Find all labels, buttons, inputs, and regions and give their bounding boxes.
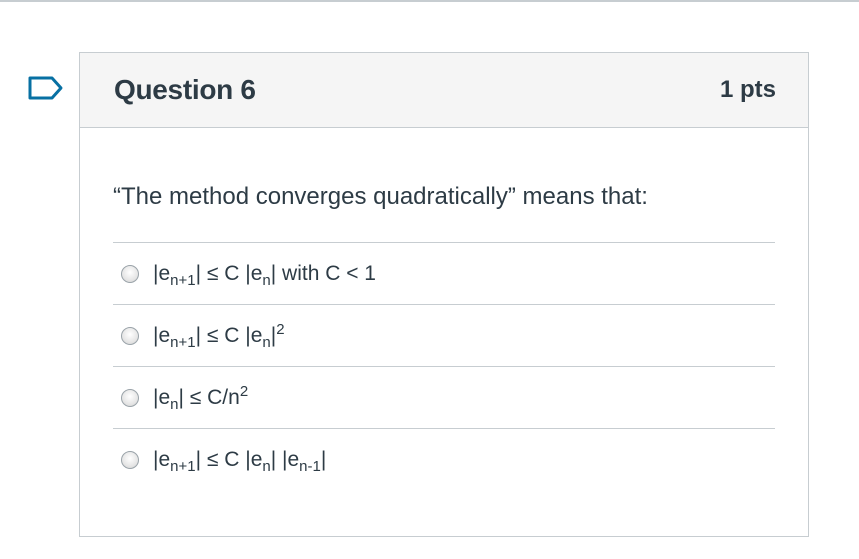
answer-label[interactable]: |en+1| ≤ C |en| |en-1| <box>153 448 327 475</box>
subscript: n+1 <box>170 333 196 351</box>
answer-option[interactable]: |en+1| ≤ C |en| with C < 1 <box>113 243 775 305</box>
question-header: Question 6 1 pts <box>80 53 808 128</box>
answer-text-segment: | ≤ C |e <box>195 323 263 347</box>
superscript: 2 <box>239 382 249 400</box>
answer-option[interactable]: |en+1| ≤ C |en|2 <box>113 305 775 367</box>
subscript: n+1 <box>170 458 196 475</box>
answer-text-segment: | <box>320 448 327 471</box>
top-divider <box>0 0 859 2</box>
radio-button[interactable] <box>121 326 139 345</box>
answer-text-segment: |e <box>153 385 171 409</box>
answer-label[interactable]: |en+1| ≤ C |en|2 <box>153 320 285 351</box>
question-card: Question 6 1 pts “The method converges q… <box>79 52 809 537</box>
answer-text-segment: |e <box>153 261 171 285</box>
subscript: n <box>262 458 271 475</box>
subscript: n <box>262 333 271 351</box>
answer-list: |en+1| ≤ C |en| with C < 1 |en+1| ≤ C |e… <box>113 242 775 491</box>
radio-button[interactable] <box>121 388 139 407</box>
answer-text-segment: | ≤ C/n <box>178 385 240 409</box>
bookmark-flag-icon[interactable] <box>28 76 64 100</box>
radio-button[interactable] <box>121 451 139 469</box>
question-title: Question 6 <box>114 74 256 105</box>
subscript: n-1 <box>299 458 321 475</box>
answer-option[interactable]: |en| ≤ C/n2 <box>113 367 775 429</box>
question-body: “The method converges quadratically” mea… <box>80 182 808 491</box>
subscript: n+1 <box>170 271 196 289</box>
question-points: 1 pts <box>719 76 776 103</box>
superscript: 2 <box>276 320 285 338</box>
answer-text-segment: |e <box>153 448 171 471</box>
answer-label[interactable]: |en+1| ≤ C |en| with C < 1 <box>153 261 376 289</box>
answer-text-segment: |e <box>153 323 171 347</box>
question-text: “The method converges quadratically” mea… <box>113 183 648 210</box>
subscript: n <box>262 271 271 289</box>
quiz-page: Question 6 1 pts “The method converges q… <box>0 0 859 559</box>
answer-label[interactable]: |en| ≤ C/n2 <box>153 382 249 412</box>
answer-text-segment: | with C < 1 <box>270 261 376 285</box>
answer-option[interactable]: |en+1| ≤ C |en| |en-1| <box>113 429 775 491</box>
answer-text-segment: | |e <box>270 448 300 471</box>
answer-text-segment: | ≤ C |e <box>195 261 263 285</box>
answer-text-segment: | ≤ C |e <box>195 448 263 471</box>
radio-button[interactable] <box>121 264 139 283</box>
